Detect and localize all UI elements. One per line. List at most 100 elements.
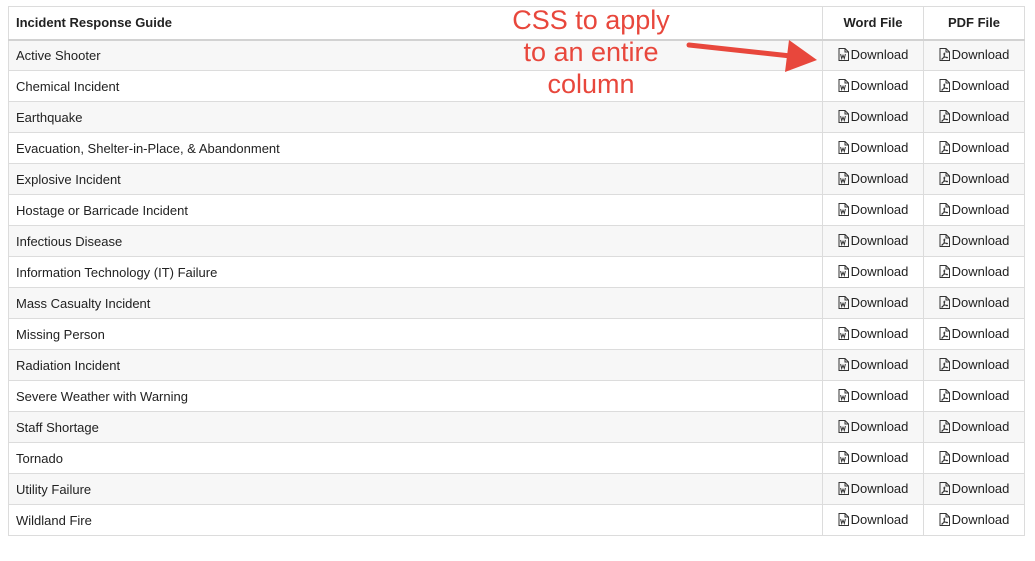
incident-name: Information Technology (IT) Failure: [8, 256, 823, 288]
table-row: Staff Shortage Download Download: [8, 411, 1025, 443]
pdf-file-cell: Download: [923, 287, 1025, 319]
annotation-line: to an entire: [523, 37, 659, 67]
pdf-file-cell: Download: [923, 70, 1025, 102]
incident-name: Explosive Incident: [8, 163, 823, 195]
pdf-file-cell: Download: [923, 504, 1025, 536]
word-file-cell: Download: [822, 380, 924, 412]
table-row: Earthquake Download Download: [8, 101, 1025, 133]
pdf-file-cell: Download: [923, 380, 1025, 412]
word-file-cell: Download: [822, 349, 924, 381]
pdf-file-cell: Download: [923, 39, 1025, 71]
word-file-icon: [838, 109, 849, 123]
word-download-link[interactable]: Download: [838, 326, 908, 341]
word-file-icon: [838, 171, 849, 185]
pdf-download-link[interactable]: Download: [939, 170, 1010, 186]
word-download-link[interactable]: Download: [838, 295, 908, 310]
download-label: Download: [951, 108, 1010, 124]
download-label: Download: [850, 139, 909, 155]
word-file-cell: Download: [822, 101, 924, 133]
annotation-text: CSS to apply to an entire column: [496, 4, 686, 100]
incident-name: Mass Casualty Incident: [8, 287, 823, 319]
pdf-download-link[interactable]: Download: [939, 419, 1009, 434]
word-file-cell: Download: [822, 163, 924, 195]
word-download-link[interactable]: Download: [838, 170, 909, 186]
incident-name: Severe Weather with Warning: [8, 380, 823, 412]
word-file-cell: Download: [822, 70, 924, 102]
pdf-file-icon: [939, 140, 950, 154]
annotation-line: column: [547, 69, 635, 99]
word-download-link[interactable]: Download: [838, 139, 909, 155]
word-file-icon: [838, 47, 849, 61]
pdf-file-icon: [939, 481, 950, 495]
pdf-file-icon: [939, 357, 950, 371]
word-download-link[interactable]: Download: [838, 356, 909, 372]
word-download-link[interactable]: Download: [838, 78, 908, 93]
word-download-link[interactable]: Download: [838, 201, 909, 217]
download-label: Download: [850, 263, 909, 279]
table-row: Information Technology (IT) Failure Downl…: [8, 256, 1025, 288]
word-download-link[interactable]: Download: [838, 233, 908, 248]
pdf-download-link[interactable]: Download: [939, 264, 1009, 279]
download-label: Download: [951, 387, 1010, 403]
download-label: Download: [850, 170, 909, 186]
pdf-download-link[interactable]: Download: [939, 232, 1010, 248]
word-file-icon: [838, 419, 849, 433]
table-row: Severe Weather with Warning Download Downl…: [8, 380, 1025, 412]
pdf-download-link[interactable]: Download: [939, 202, 1009, 217]
pdf-file-cell: Download: [923, 194, 1025, 226]
incident-name: Earthquake: [8, 101, 823, 133]
word-file-icon: [838, 388, 849, 402]
pdf-download-link[interactable]: Download: [939, 295, 1009, 310]
word-download-link[interactable]: Download: [838, 388, 908, 403]
pdf-download-link[interactable]: Download: [939, 47, 1009, 62]
pdf-file-cell: Download: [923, 256, 1025, 288]
pdf-download-link[interactable]: Download: [939, 357, 1009, 372]
incident-name: Staff Shortage: [8, 411, 823, 443]
word-file-icon: [838, 481, 849, 495]
download-label: Download: [951, 139, 1010, 155]
table-row: Radiation Incident Download Download: [8, 349, 1025, 381]
download-label: Download: [850, 418, 909, 434]
pdf-download-link[interactable]: Download: [939, 139, 1010, 155]
download-label: Download: [951, 170, 1010, 186]
word-file-cell: Download: [822, 411, 924, 443]
pdf-file-cell: Download: [923, 101, 1025, 133]
download-label: Download: [850, 46, 909, 62]
table-row: Evacuation, Shelter-in-Place, & Abandonm…: [8, 132, 1025, 164]
download-label: Download: [850, 201, 909, 217]
word-file-icon: [838, 202, 849, 216]
incident-name: Radiation Incident: [8, 349, 823, 381]
word-file-cell: Download: [822, 132, 924, 164]
download-label: Download: [850, 356, 909, 372]
word-file-icon: [838, 264, 849, 278]
pdf-file-cell: Download: [923, 163, 1025, 195]
word-download-link[interactable]: Download: [838, 481, 908, 496]
pdf-download-link[interactable]: Download: [939, 512, 1009, 527]
word-download-link[interactable]: Download: [838, 263, 909, 279]
pdf-download-link[interactable]: Download: [939, 481, 1009, 496]
pdf-file-icon: [939, 450, 950, 464]
pdf-file-icon: [939, 264, 950, 278]
table-row: Mass Casualty Incident Download Download: [8, 287, 1025, 319]
pdf-file-cell: Download: [923, 473, 1025, 505]
word-download-link[interactable]: Download: [838, 109, 908, 124]
pdf-download-link[interactable]: Download: [939, 387, 1010, 403]
incident-name: Evacuation, Shelter-in-Place, & Abandonm…: [8, 132, 823, 164]
word-download-link[interactable]: Download: [838, 450, 908, 465]
pdf-download-link[interactable]: Download: [939, 450, 1009, 465]
download-label: Download: [951, 77, 1010, 93]
word-file-icon: [838, 233, 849, 247]
pdf-download-link[interactable]: Download: [939, 108, 1010, 124]
word-download-link[interactable]: Download: [838, 46, 909, 62]
word-download-link[interactable]: Download: [838, 418, 909, 434]
pdf-file-icon: [939, 295, 950, 309]
table-row: Utility Failure Download Download: [8, 473, 1025, 505]
incident-name: Active Shooter: [8, 39, 823, 71]
download-label: Download: [951, 232, 1010, 248]
word-download-link[interactable]: Download: [838, 512, 908, 527]
pdf-file-icon: [939, 233, 950, 247]
word-file-icon: [838, 357, 849, 371]
word-file-cell: Download: [822, 256, 924, 288]
pdf-download-link[interactable]: Download: [939, 326, 1009, 341]
pdf-download-link[interactable]: Download: [939, 77, 1010, 93]
